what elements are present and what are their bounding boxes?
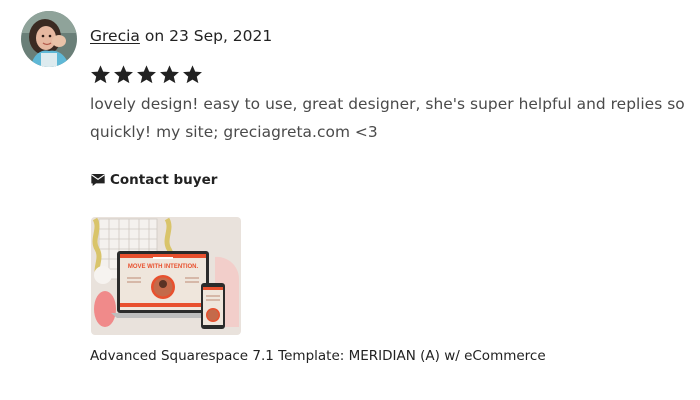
reviewer-name-link[interactable]: Grecia — [90, 27, 140, 45]
product-image: MOVE WITH INTENTION. — [91, 217, 241, 335]
review-text-line: lovely design! easy to use, great design… — [90, 95, 685, 113]
review-meta: Grecia on 23 Sep, 2021 — [90, 26, 272, 46]
star-icon — [160, 65, 179, 84]
review-text-line: quickly! my site; greciagreta.com <3 — [90, 123, 378, 141]
review-date: 23 Sep, 2021 — [169, 27, 273, 45]
thumbnail-heading: MOVE WITH INTENTION. — [128, 264, 199, 270]
contact-buyer-button[interactable]: Contact buyer — [90, 172, 217, 188]
message-icon — [91, 174, 105, 186]
product-thumbnail[interactable]: MOVE WITH INTENTION. — [91, 217, 241, 335]
product-title-link[interactable]: Advanced Squarespace 7.1 Template: MERID… — [90, 347, 546, 365]
star-icon — [183, 65, 202, 84]
date-prefix: on — [144, 27, 165, 45]
star-icon — [91, 65, 110, 84]
star-icon — [137, 65, 156, 84]
star-rating — [90, 64, 203, 86]
contact-buyer-label: Contact buyer — [110, 172, 218, 188]
avatar-image — [21, 11, 77, 67]
star-icon — [114, 65, 133, 84]
review-text: lovely design! easy to use, great design… — [90, 90, 690, 146]
reviewer-avatar[interactable] — [21, 11, 77, 67]
